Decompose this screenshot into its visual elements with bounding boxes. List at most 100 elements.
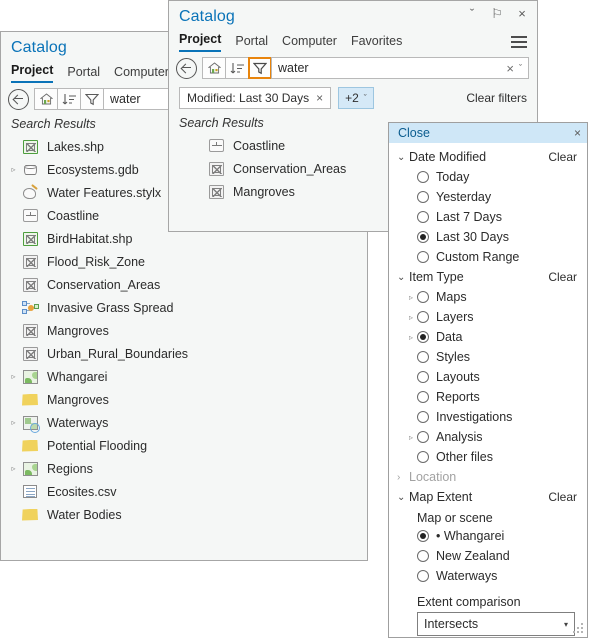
radio-button[interactable]: [417, 331, 429, 343]
radio-button[interactable]: [417, 530, 429, 542]
radio-button[interactable]: [417, 291, 429, 303]
radio-button[interactable]: [417, 431, 429, 443]
expand-arrow-icon[interactable]: ▹: [7, 418, 20, 427]
sort-icon[interactable]: [225, 57, 249, 79]
list-item[interactable]: Ecosites.csv: [1, 480, 367, 503]
extent-comparison-select[interactable]: Intersects ▾: [417, 612, 575, 636]
list-item[interactable]: Mangroves: [1, 388, 367, 411]
radio-button[interactable]: [417, 351, 429, 363]
back-arrow-icon[interactable]: [176, 57, 197, 79]
clear-filters-link[interactable]: Clear filters: [466, 91, 527, 105]
tab-project[interactable]: Project: [11, 63, 54, 83]
radio-button[interactable]: [417, 451, 429, 463]
filter-option[interactable]: Waterways: [389, 566, 587, 586]
expand-arrow-icon[interactable]: ▹: [7, 165, 20, 174]
filter-option[interactable]: Styles: [389, 347, 587, 367]
folder-icon: [22, 508, 38, 521]
list-item[interactable]: Urban_Rural_Boundaries: [1, 342, 367, 365]
clear-group-link[interactable]: Clear: [548, 150, 577, 164]
expand-arrow-icon[interactable]: ▹: [405, 433, 417, 442]
tab-portal[interactable]: Portal: [67, 65, 100, 83]
radio-button[interactable]: [417, 371, 429, 383]
chevron-down-icon[interactable]: ▾: [564, 620, 568, 629]
center-search-input[interactable]: water × ˇ: [271, 57, 529, 79]
chip-more-filters[interactable]: +2 ˇ: [338, 87, 374, 109]
list-item[interactable]: ▹ Whangarei: [1, 365, 367, 388]
network-diagram-icon: [22, 300, 39, 315]
tab-project[interactable]: Project: [179, 32, 222, 52]
chevron-right-icon[interactable]: ›: [397, 472, 409, 483]
filter-option[interactable]: Last 30 Days: [389, 227, 587, 247]
filter-option[interactable]: Yesterday: [389, 187, 587, 207]
chevron-down-icon[interactable]: ⌄: [397, 492, 409, 503]
filter-group-date-modified[interactable]: ⌄ Date Modified Clear: [389, 147, 587, 167]
filter-funnel-icon[interactable]: [80, 88, 104, 110]
tab-favorites[interactable]: Favorites: [351, 34, 402, 52]
close-icon[interactable]: ×: [515, 7, 529, 21]
expand-arrow-icon[interactable]: ▹: [405, 313, 417, 322]
pin-icon[interactable]: ⚐: [490, 7, 504, 21]
expand-arrow-icon[interactable]: ▹: [7, 464, 20, 473]
list-item[interactable]: Mangroves: [1, 319, 367, 342]
chevron-down-icon[interactable]: ˇ: [465, 7, 479, 21]
chip-modified-close-icon[interactable]: ×: [316, 91, 323, 105]
chevron-down-icon: ˇ: [363, 93, 367, 103]
filter-option[interactable]: ▹ Data: [389, 327, 587, 347]
search-history-dropdown-icon[interactable]: ˇ: [519, 63, 522, 73]
filter-option[interactable]: ▹ Maps: [389, 287, 587, 307]
filter-option[interactable]: Layouts: [389, 367, 587, 387]
filter-funnel-icon[interactable]: [248, 57, 272, 79]
clear-group-link[interactable]: Clear: [548, 490, 577, 504]
radio-button[interactable]: [417, 191, 429, 203]
radio-button[interactable]: [417, 391, 429, 403]
filter-option[interactable]: Last 7 Days: [389, 207, 587, 227]
filter-option[interactable]: Custom Range: [389, 247, 587, 267]
filter-option[interactable]: Investigations: [389, 407, 587, 427]
expand-arrow-icon[interactable]: ▹: [405, 293, 417, 302]
filter-option[interactable]: ▹ Layers: [389, 307, 587, 327]
radio-button[interactable]: [417, 211, 429, 223]
radio-button[interactable]: [417, 231, 429, 243]
list-item[interactable]: Conservation_Areas: [1, 273, 367, 296]
list-item[interactable]: ▹ Regions: [1, 457, 367, 480]
chevron-down-icon[interactable]: ⌄: [397, 152, 409, 163]
back-arrow-icon[interactable]: [8, 88, 29, 110]
list-item[interactable]: Invasive Grass Spread: [1, 296, 367, 319]
center-caption-buttons: ˇ ⚐ ×: [465, 7, 529, 21]
sort-icon[interactable]: [57, 88, 81, 110]
filter-option[interactable]: Other files: [389, 447, 587, 467]
list-item[interactable]: Flood_Risk_Zone: [1, 250, 367, 273]
radio-button[interactable]: [417, 411, 429, 423]
chip-modified[interactable]: Modified: Last 30 Days ×: [179, 87, 332, 109]
close-icon[interactable]: ×: [574, 126, 581, 140]
filter-option[interactable]: Today: [389, 167, 587, 187]
filter-group-map-extent[interactable]: ⌄ Map Extent Clear: [389, 487, 587, 507]
feature-class-icon: [208, 139, 224, 152]
filter-option[interactable]: • Whangarei: [389, 526, 587, 546]
clear-group-link[interactable]: Clear: [548, 270, 577, 284]
resize-grip[interactable]: [573, 623, 584, 634]
filter-option[interactable]: ▹ Analysis: [389, 427, 587, 447]
filter-option[interactable]: New Zealand: [389, 546, 587, 566]
clear-search-icon[interactable]: ×: [501, 61, 519, 76]
radio-button[interactable]: [417, 171, 429, 183]
radio-button[interactable]: [417, 550, 429, 562]
list-item[interactable]: Water Bodies: [1, 503, 367, 526]
expand-arrow-icon[interactable]: ▹: [405, 333, 417, 342]
home-icon[interactable]: [34, 88, 58, 110]
radio-button[interactable]: [417, 311, 429, 323]
radio-button[interactable]: [417, 251, 429, 263]
filter-option[interactable]: Reports: [389, 387, 587, 407]
list-item[interactable]: Potential Flooding: [1, 434, 367, 457]
hamburger-menu-icon[interactable]: [511, 36, 527, 48]
expand-arrow-icon[interactable]: ▹: [7, 372, 20, 381]
chevron-down-icon[interactable]: ⌄: [397, 272, 409, 283]
tab-computer[interactable]: Computer: [114, 65, 169, 83]
radio-button[interactable]: [417, 570, 429, 582]
home-icon[interactable]: [202, 57, 226, 79]
tab-computer[interactable]: Computer: [282, 34, 337, 52]
filter-group-item-type[interactable]: ⌄ Item Type Clear: [389, 267, 587, 287]
tab-portal[interactable]: Portal: [235, 34, 268, 52]
filter-group-location[interactable]: › Location: [389, 467, 587, 487]
list-item[interactable]: ▹ Waterways: [1, 411, 367, 434]
